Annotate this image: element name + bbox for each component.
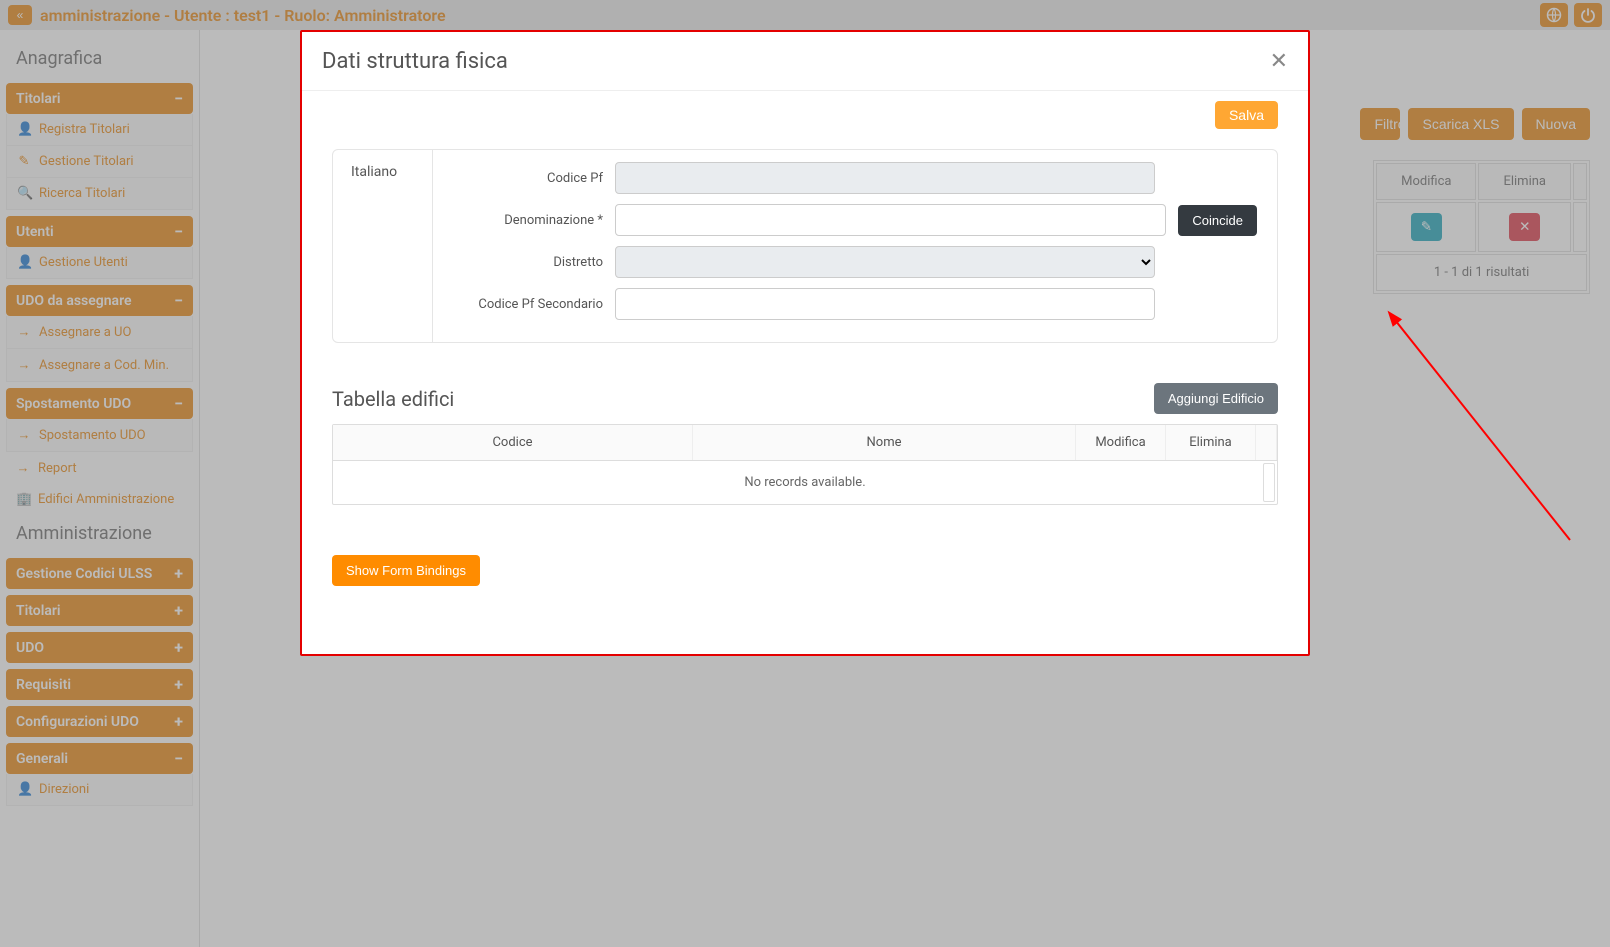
form-card: Italiano Codice Pf Denominazione * Coinc… <box>332 149 1278 343</box>
tab-italiano[interactable]: Italiano <box>351 164 414 180</box>
aggiungi-edificio-button[interactable]: Aggiungi Edificio <box>1154 383 1278 414</box>
label-codice-pf-sec: Codice Pf Secondario <box>453 297 603 312</box>
label-codice-pf: Codice Pf <box>453 171 603 186</box>
modal-title: Dati struttura fisica <box>322 49 508 74</box>
coincide-button[interactable]: Coincide <box>1178 205 1257 236</box>
save-button[interactable]: Salva <box>1215 101 1278 129</box>
col-modifica: Modifica <box>1076 425 1166 460</box>
show-form-bindings-button[interactable]: Show Form Bindings <box>332 555 480 586</box>
label-denominazione: Denominazione * <box>453 213 603 228</box>
grid-empty-message: No records available. <box>333 461 1277 504</box>
distretto-select[interactable] <box>615 246 1155 278</box>
col-codice: Codice <box>333 425 693 460</box>
modal-overlay: Dati struttura fisica ✕ Salva Italiano C… <box>0 0 1610 947</box>
col-elimina: Elimina <box>1166 425 1256 460</box>
denominazione-input[interactable] <box>615 204 1166 236</box>
col-nome: Nome <box>693 425 1076 460</box>
codice-pf-sec-input[interactable] <box>615 288 1155 320</box>
scrollbar[interactable] <box>1263 463 1275 502</box>
edifici-grid: Codice Nome Modifica Elimina No records … <box>332 424 1278 505</box>
codice-pf-input <box>615 162 1155 194</box>
close-icon[interactable]: ✕ <box>1270 48 1288 74</box>
label-distretto: Distretto <box>453 255 603 270</box>
tabella-edifici-title: Tabella edifici <box>332 387 454 411</box>
modal-dialog: Dati struttura fisica ✕ Salva Italiano C… <box>300 30 1310 656</box>
